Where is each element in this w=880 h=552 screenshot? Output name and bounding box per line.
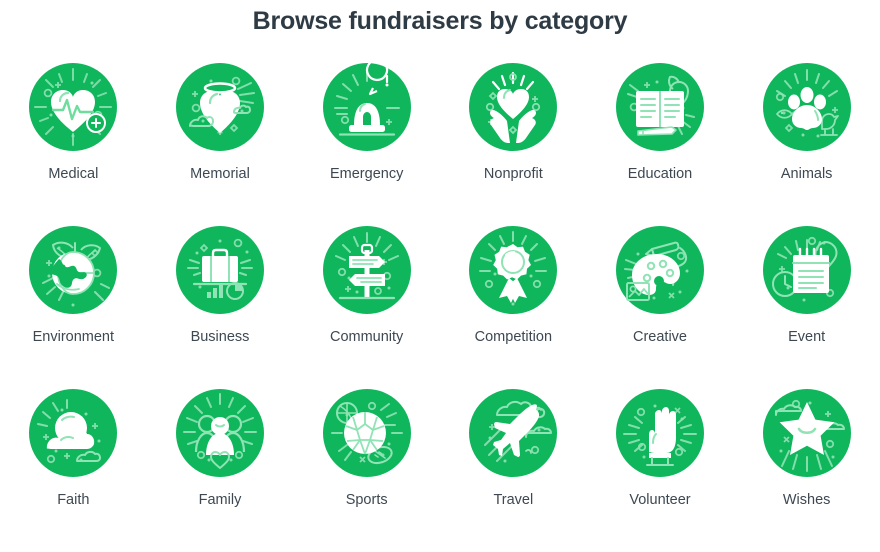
category-label: Animals [780, 166, 833, 182]
category-item-nonprofit[interactable]: Nonprofit [440, 63, 586, 226]
hands-heart-icon [469, 63, 558, 151]
paint-palette-icon [615, 226, 704, 314]
category-browse-page: Browse fundraisers by category Medical M… [0, 0, 880, 540]
category-item-community[interactable]: Community [294, 226, 440, 389]
category-item-business[interactable]: Business [147, 226, 293, 389]
award-ribbon-icon [469, 226, 558, 314]
category-label: Nonprofit [483, 166, 543, 182]
raised-hand-icon [615, 389, 704, 477]
category-item-medical[interactable]: Medical [0, 63, 146, 226]
airplane-icon [469, 389, 558, 477]
sun-clouds-icon [29, 389, 118, 477]
category-label: Family [198, 492, 242, 508]
category-label: Environment [32, 329, 115, 345]
category-label: Travel [493, 492, 534, 508]
paw-print-icon [762, 63, 851, 151]
category-label: Memorial [190, 166, 250, 182]
page-title: Browse fundraisers by category [252, 7, 628, 35]
soccer-ball-icon [322, 389, 411, 477]
globe-leaves-icon [29, 226, 118, 314]
category-item-creative[interactable]: Creative [587, 226, 733, 389]
smiling-star-icon [762, 389, 851, 477]
calendar-balloon-icon [762, 226, 851, 314]
category-item-event[interactable]: Event [734, 226, 880, 389]
category-label: Volunteer [629, 492, 691, 508]
category-item-environment[interactable]: Environment [0, 226, 146, 389]
category-label: Event [788, 329, 826, 345]
siren-light-icon [322, 63, 411, 151]
heart-halo-icon [175, 63, 264, 151]
category-label: Creative [632, 329, 687, 345]
category-label: Community [329, 329, 404, 345]
category-label: Faith [57, 492, 90, 508]
heart-pulse-icon [29, 63, 118, 151]
category-item-education[interactable]: Education [587, 63, 733, 226]
category-item-travel[interactable]: Travel [440, 389, 586, 552]
category-item-sports[interactable]: Sports [294, 389, 440, 552]
briefcase-chart-icon [175, 226, 264, 314]
signpost-icon [322, 226, 411, 314]
category-item-family[interactable]: Family [147, 389, 293, 552]
open-book-icon [615, 63, 704, 151]
category-item-competition[interactable]: Competition [440, 226, 586, 389]
category-item-volunteer[interactable]: Volunteer [587, 389, 733, 552]
category-item-faith[interactable]: Faith [0, 389, 146, 552]
category-label: Wishes [782, 492, 831, 508]
category-item-emergency[interactable]: Emergency [294, 63, 440, 226]
family-group-icon [175, 389, 264, 477]
category-item-animals[interactable]: Animals [734, 63, 880, 226]
category-item-memorial[interactable]: Memorial [147, 63, 293, 226]
category-item-wishes[interactable]: Wishes [734, 389, 880, 552]
category-label: Medical [48, 166, 99, 182]
category-label: Sports [345, 492, 388, 508]
category-label: Business [190, 329, 250, 345]
category-label: Competition [474, 329, 553, 345]
category-grid: Medical Memorial Emergency Nonprofit Edu… [0, 63, 880, 552]
category-label: Education [627, 166, 693, 182]
category-label: Emergency [329, 166, 404, 182]
